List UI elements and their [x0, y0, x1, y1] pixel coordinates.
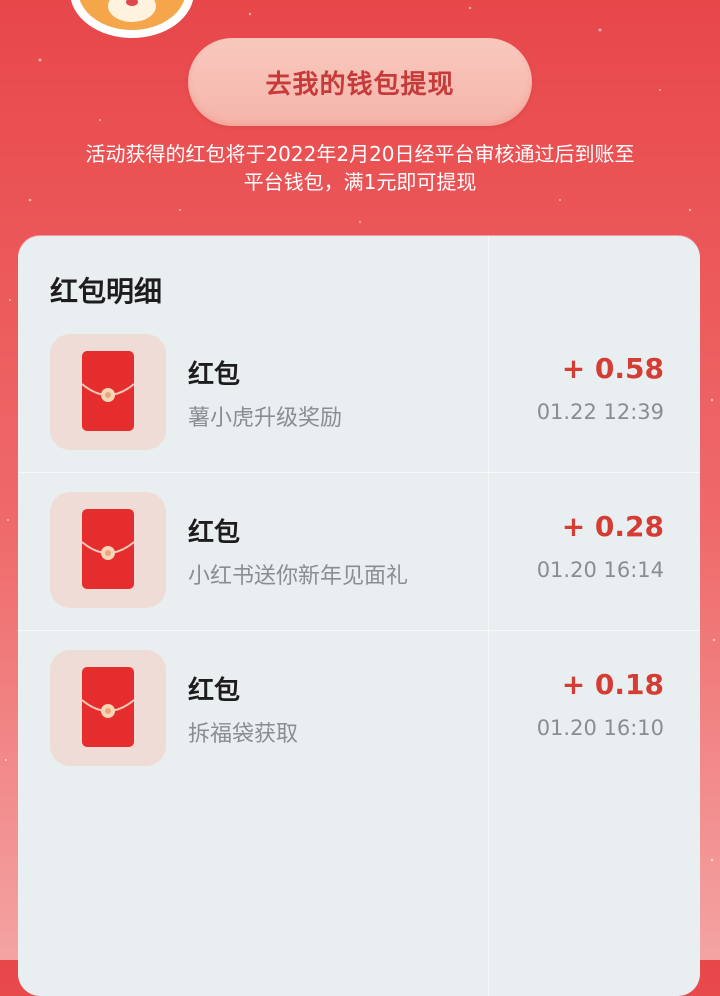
- item-desc: 薯小虎升级奖励: [188, 406, 343, 431]
- tiger-mascot-icon: [70, 0, 194, 38]
- item-amount: + 0.18: [561, 668, 664, 701]
- item-amount: + 0.58: [561, 352, 664, 385]
- list-item[interactable]: 红包 薯小虎升级奖励 + 0.58 01.22 12:39: [18, 334, 700, 474]
- red-envelope-thumb: [50, 650, 166, 766]
- item-name: 红包: [188, 518, 241, 548]
- red-envelope-icon: [81, 509, 135, 589]
- detail-title: 红包明细: [50, 275, 163, 308]
- item-time: 01.20 16:10: [536, 716, 664, 740]
- withdraw-notice: 活动获得的红包将于2022年2月20日经平台审核通过后到账至 平台钱包，满1元即…: [30, 140, 690, 196]
- item-desc: 拆福袋获取: [188, 722, 299, 747]
- notice-line-2: 平台钱包，满1元即可提现: [243, 170, 477, 194]
- red-envelope-thumb: [50, 492, 166, 608]
- list-item[interactable]: 红包 小红书送你新年见面礼 + 0.28 01.20 16:14: [18, 492, 700, 632]
- item-desc: 小红书送你新年见面礼: [188, 564, 409, 589]
- item-divider: [18, 630, 700, 631]
- withdraw-to-wallet-button[interactable]: 去我的钱包提现: [188, 38, 532, 126]
- notice-line-1: 活动获得的红包将于2022年2月20日经平台审核通过后到账至: [85, 142, 635, 166]
- red-envelope-thumb: [50, 334, 166, 450]
- list-item[interactable]: 红包 拆福袋获取 + 0.18 01.20 16:10: [18, 650, 700, 790]
- item-name: 红包: [188, 676, 241, 706]
- red-envelope-icon: [81, 351, 135, 431]
- item-amount: + 0.28: [561, 510, 664, 543]
- item-time: 01.22 12:39: [536, 400, 664, 424]
- item-divider: [18, 472, 700, 473]
- item-time: 01.20 16:14: [536, 558, 664, 582]
- item-name: 红包: [188, 360, 241, 390]
- red-packet-detail-card: 红包明细 红包 薯小虎升级奖励 + 0.58 01.22 12:39 红包 小红…: [18, 236, 700, 996]
- red-envelope-icon: [81, 667, 135, 747]
